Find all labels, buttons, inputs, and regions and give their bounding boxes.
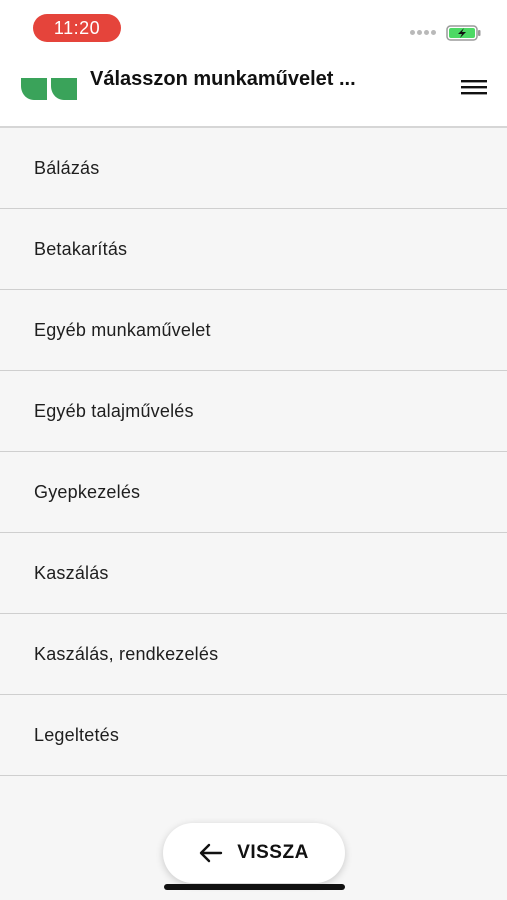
list-item-kaszalas[interactable]: Kaszálás — [0, 533, 507, 614]
status-time: 11:20 — [33, 14, 121, 42]
app-logo-icon — [20, 75, 78, 106]
back-button[interactable]: VISSZA — [163, 823, 345, 883]
home-indicator — [164, 884, 345, 890]
signal-icon — [410, 30, 438, 36]
list-item-balazas[interactable]: Bálázás — [0, 128, 507, 209]
list-item-egyeb-talajmuveles[interactable]: Egyéb talajművelés — [0, 371, 507, 452]
menu-button[interactable] — [456, 72, 492, 102]
battery-icon — [446, 25, 482, 46]
list-item-gyepkezeles[interactable]: Gyepkezelés — [0, 452, 507, 533]
arrow-left-icon — [199, 843, 223, 863]
list-item-kaszalas-rendkezeles[interactable]: Kaszálás, rendkezelés — [0, 614, 507, 695]
status-bar: 11:20 — [0, 0, 507, 56]
operation-list: Bálázás Betakarítás Egyéb munkaművelet E… — [0, 128, 507, 776]
page-title: Válasszon munkaművelet ... — [90, 68, 356, 90]
list-item-legeltetes[interactable]: Legeltetés — [0, 695, 507, 776]
back-button-label: VISSZA — [237, 842, 309, 863]
list-item-betakaritas[interactable]: Betakarítás — [0, 209, 507, 290]
app-header: Válasszon munkaművelet ... — [0, 56, 507, 128]
list-item-egyeb-munkamuvelet[interactable]: Egyéb munkaművelet — [0, 290, 507, 371]
hamburger-menu-icon — [461, 80, 487, 95]
